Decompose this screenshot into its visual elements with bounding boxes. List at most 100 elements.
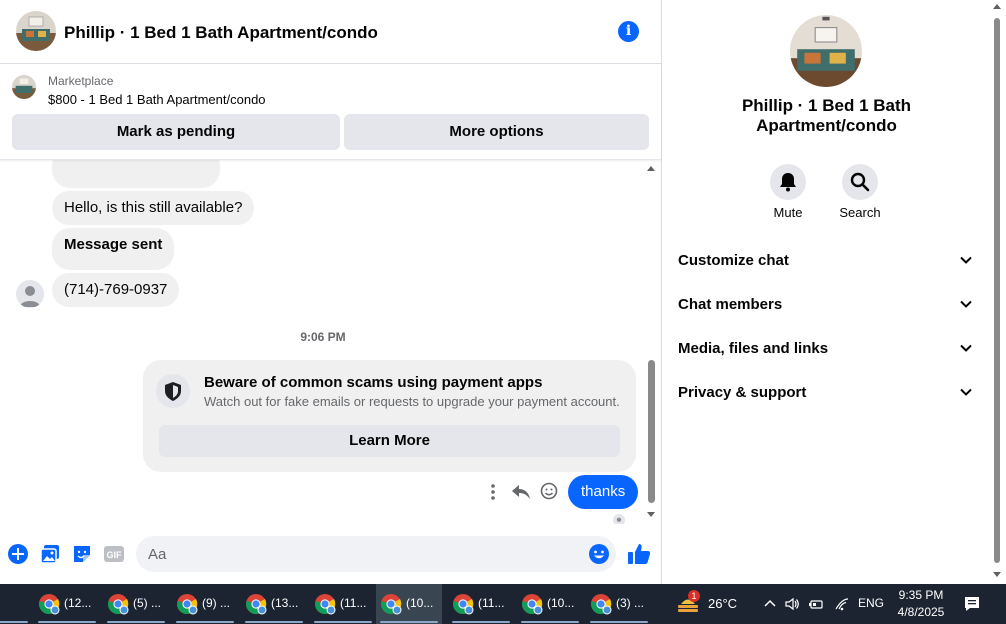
scam-warning-title: Beware of common scams using payment app… [204,374,543,391]
sender-avatar[interactable] [16,280,44,308]
taskbar-window-label: (12... [64,596,92,610]
input-language[interactable]: ENG [858,596,884,610]
taskbar-chrome-window[interactable]: (9) ... [172,584,238,624]
listing-title[interactable]: $800 - 1 Bed 1 Bath Apartment/condo [48,92,266,107]
taskbar-running-indicator [521,621,579,623]
seen-indicator-avatar [613,514,625,524]
mute-button[interactable] [770,164,806,200]
scam-warning-subtitle: Watch out for fake emails or requests to… [204,394,620,409]
battery-icon[interactable] [808,596,824,612]
weather-widget[interactable]: 1 26°C [674,584,746,624]
message-input[interactable] [136,536,616,572]
contact-avatar[interactable] [16,11,56,51]
gif-icon[interactable]: GIF [103,543,125,565]
chrome-icon [381,594,402,615]
taskbar-chrome-window[interactable]: (13... [241,584,307,624]
page-scrollbar-thumb[interactable] [994,18,1000,563]
weather-badge: 1 [688,590,700,602]
clock-time: 9:35 PM [898,588,944,602]
chrome-icon [246,594,267,615]
chevron-down-icon [960,388,972,396]
chevron-down-icon [960,300,972,308]
photo-icon[interactable] [39,543,61,565]
chrome-icon [39,594,60,615]
details-avatar[interactable] [790,15,862,87]
chevron-down-icon [960,344,972,352]
reply-icon[interactable] [510,480,532,504]
section-label: Chat members [678,296,783,313]
chrome-icon [453,594,474,615]
page-scroll-up-arrow[interactable] [993,4,1001,9]
taskbar-chrome-window[interactable]: (12... [34,584,100,624]
info-icon[interactable]: i [618,21,639,42]
listing-source: Marketplace [48,74,114,88]
taskbar-running-indicator [590,621,648,623]
taskbar-window-label: (13... [271,596,299,610]
system-clock[interactable]: 9:35 PM 4/8/2025 [890,587,952,621]
message-bubble-incoming[interactable]: Message sent [52,228,175,270]
speaker-icon[interactable] [784,596,800,612]
taskbar-chrome-window[interactable]: (3) ... [586,584,652,624]
chevron-down-icon [960,256,972,264]
sticker-icon[interactable] [71,543,93,565]
customize-chat-section[interactable]: Customize chat [663,241,990,281]
taskbar-running-indicator [0,621,28,623]
chat-details-panel: Phillip · 1 Bed 1 Bath Apartment/condo M… [663,0,990,584]
chat-title: Phillip · 1 Bed 1 Bath Apartment/condo [64,23,378,42]
like-icon[interactable] [626,541,652,567]
react-emoji-icon[interactable] [539,480,559,504]
plus-icon[interactable] [7,543,29,565]
taskbar-running-indicator [38,621,96,623]
chat-scroll-down-arrow[interactable] [647,512,655,517]
chrome-icon [108,594,129,615]
chat-header: Phillip · 1 Bed 1 Bath Apartment/condo i [0,0,661,64]
taskbar-chrome-window[interactable]: (10... [376,584,442,624]
taskbar-window-label: (10... [547,596,575,610]
taskbar-window-label: (11... [478,596,505,610]
mark-as-pending-button[interactable]: Mark as pending [12,114,340,150]
taskbar-chrome-window[interactable]: 9) ... [0,584,32,624]
notification-icon[interactable] [962,594,982,614]
taskbar-chrome-window[interactable]: (10... [517,584,583,624]
search-button[interactable] [842,164,878,200]
taskbar-window-label: (11... [340,596,367,610]
privacy-support-section[interactable]: Privacy & support [663,373,990,413]
chat-scroll-up-arrow[interactable] [647,166,655,171]
message-composer: GIF [0,530,661,578]
listing-thumbnail[interactable] [12,75,36,99]
more-options-button[interactable]: More options [344,114,649,150]
bell-icon [780,173,796,192]
taskbar-window-label: (9) ... [202,596,231,610]
message-timestamp: 9:06 PM [300,330,346,344]
taskbar-chrome-window[interactable]: (5) ... [103,584,169,624]
taskbar-window-label: (10... [406,596,434,610]
message-bubble-incoming[interactable]: (714)-769-0937 [52,273,180,307]
taskbar-running-indicator [380,621,438,623]
message-bubble-outgoing[interactable]: thanks [568,475,639,509]
more-actions-icon[interactable] [483,480,503,504]
taskbar-running-indicator [176,621,234,623]
chat-members-section[interactable]: Chat members [663,285,990,325]
emoji-icon[interactable] [588,543,610,565]
message-bubble-incoming[interactable]: Hello, is this still available? [52,191,255,225]
taskbar-running-indicator [452,621,510,623]
taskbar-chrome-window[interactable]: (11... [310,584,376,624]
page-scroll-down-arrow[interactable] [993,572,1001,577]
learn-more-button[interactable]: Learn More [159,425,620,457]
shield-icon [156,374,190,408]
chevron-up-icon[interactable] [762,596,778,612]
taskbar-chrome-window[interactable]: (11... [448,584,514,624]
mute-label: Mute [773,205,803,220]
message-list: Hello, is this still available? Message … [0,160,661,524]
taskbar-window-label: (3) ... [616,596,645,610]
media-files-links-section[interactable]: Media, files and links [663,329,990,369]
taskbar-running-indicator [107,621,165,623]
search-icon [850,172,870,192]
gif-icon-label: GIF [107,550,123,560]
chat-scrollbar-thumb[interactable] [648,360,655,503]
wifi-icon[interactable] [834,596,850,612]
page-scrollbar[interactable] [990,0,1006,584]
taskbar-window-label: (5) ... [133,596,162,610]
weather-temperature: 26°C [708,596,738,611]
section-label: Media, files and links [678,340,829,357]
